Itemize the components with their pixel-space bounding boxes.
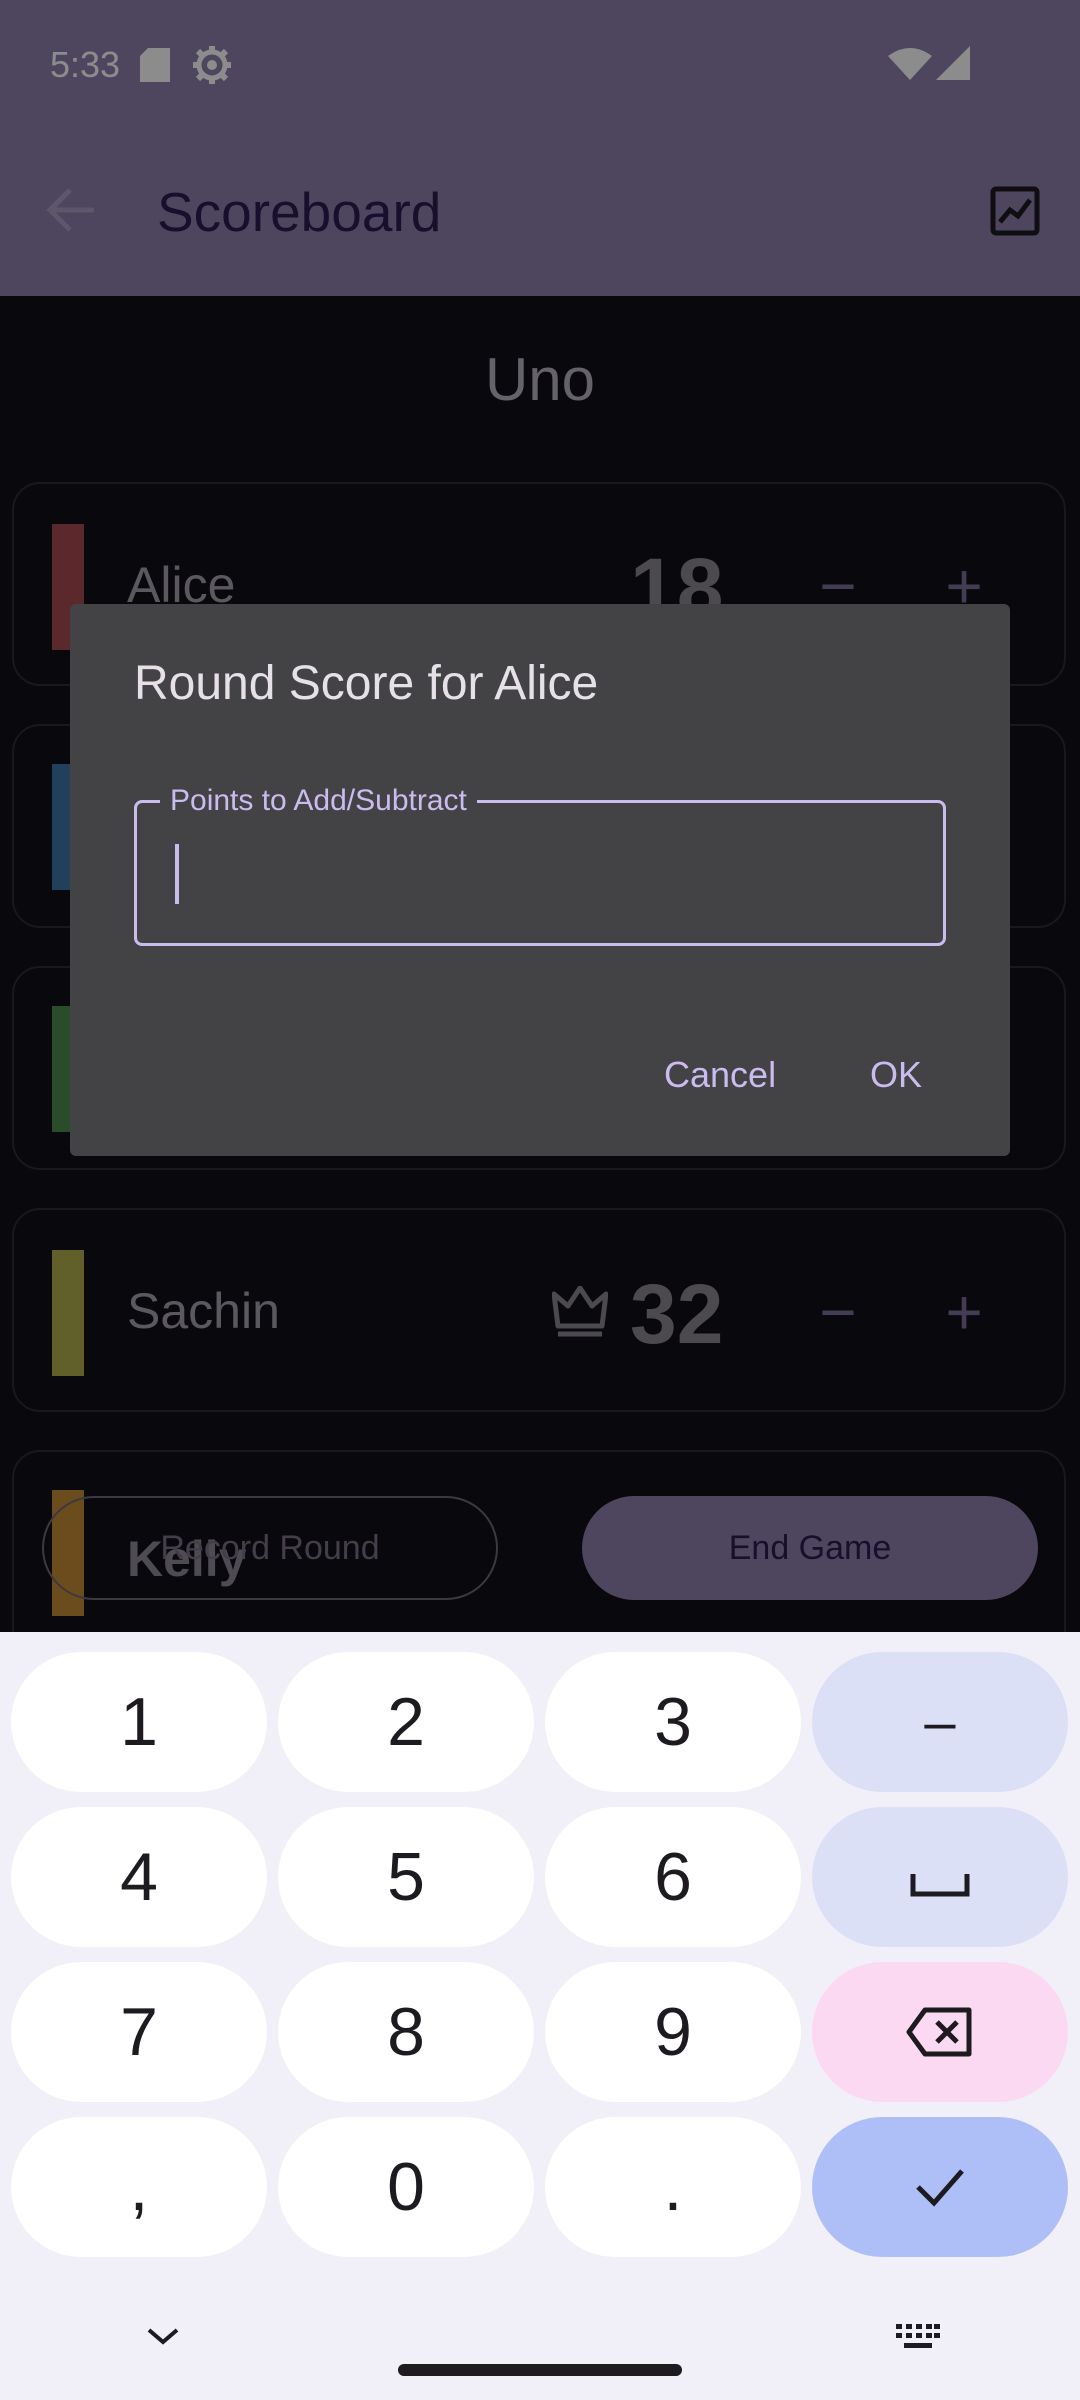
- key-space[interactable]: [812, 1807, 1068, 1947]
- key-5[interactable]: 5: [278, 1807, 534, 1947]
- gesture-nav-handle[interactable]: [398, 2364, 682, 2376]
- cancel-button[interactable]: Cancel: [664, 1054, 776, 1096]
- points-input[interactable]: [154, 818, 928, 930]
- backspace-icon: [906, 2007, 972, 2057]
- hide-keyboard-icon[interactable]: [145, 2324, 181, 2348]
- key-0[interactable]: 0: [278, 2117, 534, 2257]
- key-enter[interactable]: [812, 2117, 1068, 2257]
- key-1[interactable]: 1: [11, 1652, 267, 1792]
- key-6[interactable]: 6: [545, 1807, 801, 1947]
- checkmark-icon: [916, 2169, 964, 2207]
- key-8[interactable]: 8: [278, 1962, 534, 2102]
- key-9[interactable]: 9: [545, 1962, 801, 2102]
- key-4[interactable]: 4: [11, 1807, 267, 1947]
- space-icon: [910, 1874, 970, 1897]
- points-field-label: Points to Add/Subtract: [160, 784, 477, 818]
- key-2[interactable]: 2: [278, 1652, 534, 1792]
- key-minus[interactable]: –: [812, 1652, 1068, 1792]
- key-period[interactable]: .: [545, 2117, 801, 2257]
- round-score-dialog: Round Score for Alice Points to Add/Subt…: [70, 604, 1010, 1156]
- key-delete[interactable]: [812, 1962, 1068, 2102]
- dialog-title: Round Score for Alice: [134, 657, 599, 710]
- key-7[interactable]: 7: [11, 1962, 267, 2102]
- key-3[interactable]: 3: [545, 1652, 801, 1792]
- key-comma[interactable]: ,: [11, 2117, 267, 2257]
- ok-button[interactable]: OK: [870, 1054, 922, 1096]
- text-cursor: [175, 844, 179, 904]
- keyboard-switch-icon[interactable]: [896, 2324, 940, 2352]
